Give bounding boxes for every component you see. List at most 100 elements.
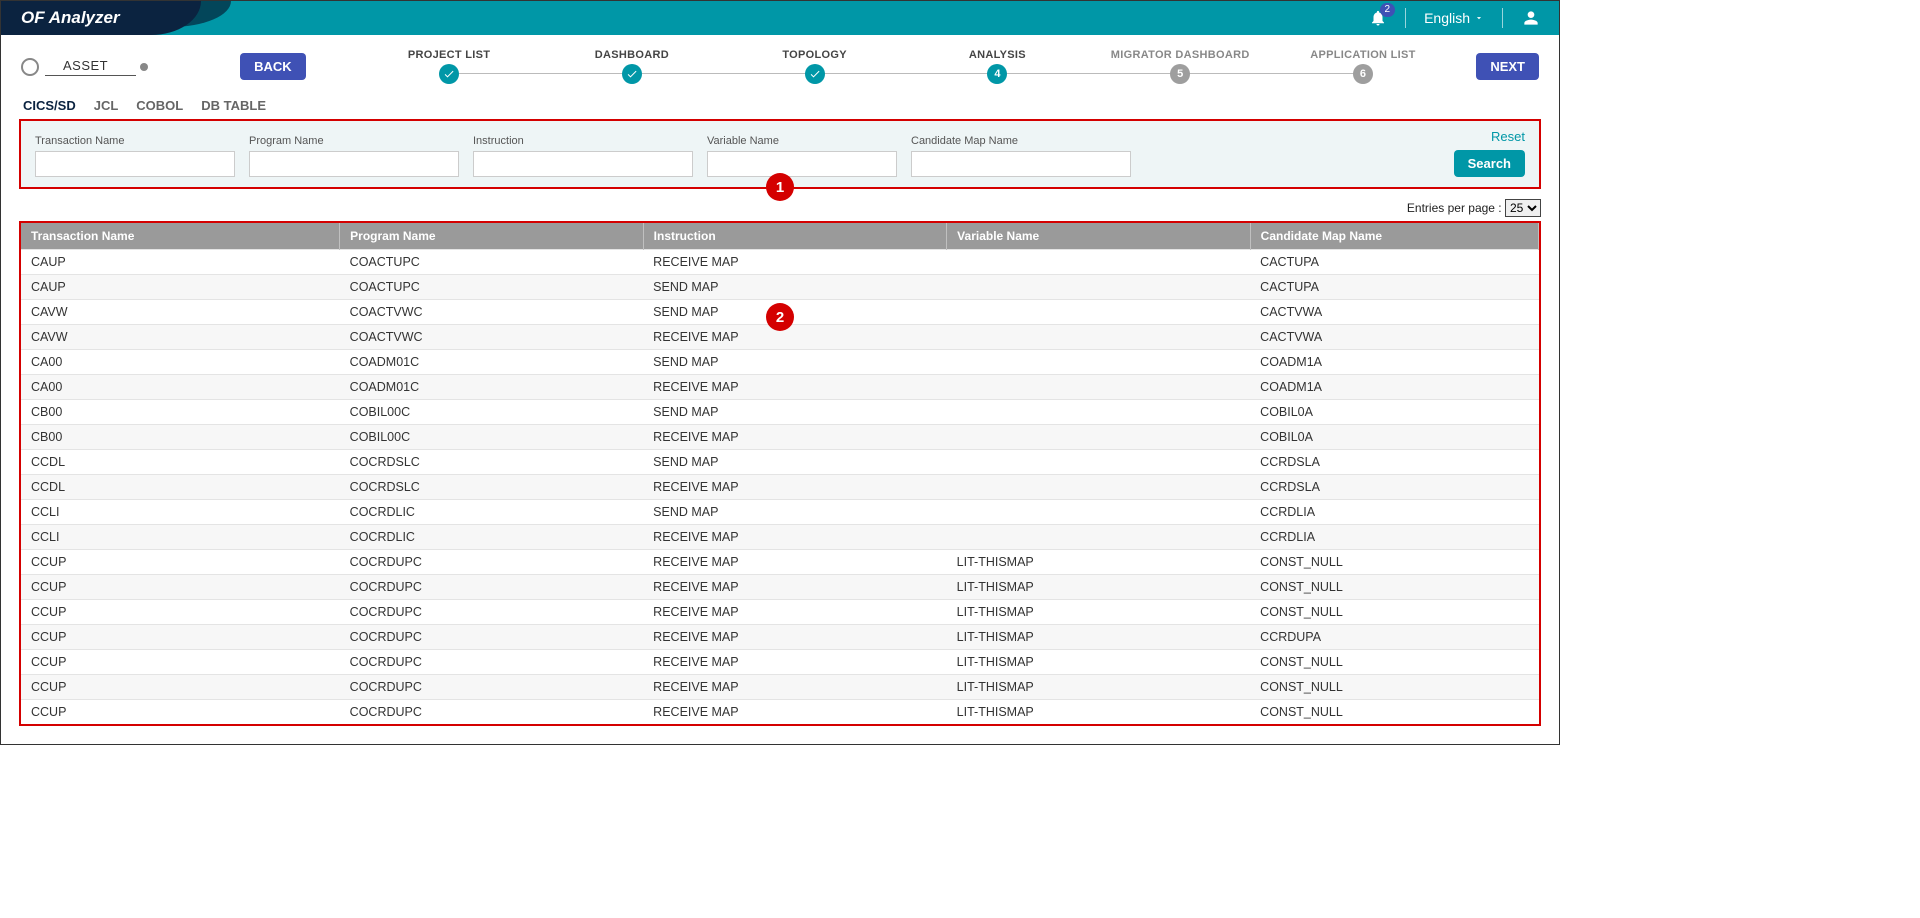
cell-cm: CONST_NULL [1250,600,1538,625]
table-row[interactable]: CCUPCOCRDUPCRECEIVE MAPLIT-THISMAPCONST_… [21,700,1539,725]
dot-icon [140,63,148,71]
cell-pn: COCRDUPC [340,625,644,650]
entries-per-page-select[interactable]: 25 [1505,199,1541,217]
check-icon [622,64,642,84]
step-label: PROJECT LIST [408,49,490,61]
col-header-map[interactable]: Candidate Map Name [1250,223,1538,250]
cell-vn [947,475,1251,500]
cell-tn: CCUP [21,675,340,700]
step-label: MIGRATOR DASHBOARD [1111,49,1250,61]
cell-in: RECEIVE MAP [643,525,947,550]
cell-in: RECEIVE MAP [643,600,947,625]
candidate-map-name-input[interactable] [911,151,1131,177]
cell-in: SEND MAP [643,400,947,425]
table-row[interactable]: CA00COADM01CRECEIVE MAPCOADM1A [21,375,1539,400]
notifications-button[interactable]: 2 [1369,9,1387,27]
divider [1502,8,1503,28]
table-row[interactable]: CCUPCOCRDUPCRECEIVE MAPLIT-THISMAPCONST_… [21,600,1539,625]
cell-in: RECEIVE MAP [643,475,947,500]
cell-pn: COCRDLIC [340,500,644,525]
variable-name-input[interactable] [707,151,897,177]
step-dashboard[interactable]: DASHBOARD [540,49,723,84]
step-analysis[interactable]: ANALYSIS4 [906,49,1089,84]
table-row[interactable]: CCUPCOCRDUPCRECEIVE MAPLIT-THISMAPCCRDUP… [21,625,1539,650]
table-row[interactable]: CB00COBIL00CSEND MAPCOBIL0A [21,400,1539,425]
back-button[interactable]: BACK [240,53,306,80]
language-selector[interactable]: English [1424,10,1484,26]
cell-tn: CCUP [21,625,340,650]
table-row[interactable]: CCDLCOCRDSLCRECEIVE MAPCCRDSLA [21,475,1539,500]
cell-cm: CACTVWA [1250,325,1538,350]
instruction-input[interactable] [473,151,693,177]
reset-link[interactable]: Reset [1491,129,1525,144]
next-button[interactable]: NEXT [1476,53,1539,80]
user-menu[interactable] [1521,8,1541,28]
col-header-transaction[interactable]: Transaction Name [21,223,340,250]
cell-cm: CONST_NULL [1250,550,1538,575]
table-row[interactable]: CCLICOCRDLICRECEIVE MAPCCRDLIA [21,525,1539,550]
table-row[interactable]: CCUPCOCRDUPCRECEIVE MAPLIT-THISMAPCONST_… [21,575,1539,600]
check-icon [805,64,825,84]
chevron-down-icon [1474,13,1484,23]
cell-pn: COBIL00C [340,400,644,425]
table-row[interactable]: CCUPCOCRDUPCRECEIVE MAPLIT-THISMAPCONST_… [21,650,1539,675]
table-row[interactable]: CAUPCOACTUPCRECEIVE MAPCACTUPA [21,250,1539,275]
filter-label-instruction: Instruction [473,135,693,147]
asset-radio[interactable] [21,58,39,76]
search-button[interactable]: Search [1454,150,1525,177]
step-number: 6 [1353,64,1373,84]
cell-tn: CCUP [21,600,340,625]
cell-vn: LIT-THISMAP [947,700,1251,725]
cell-tn: CCUP [21,550,340,575]
cell-vn: LIT-THISMAP [947,650,1251,675]
cell-cm: CCRDSLA [1250,475,1538,500]
annotation-1: 1 [766,173,794,201]
table-row[interactable]: CAUPCOACTUPCSEND MAPCACTUPA [21,275,1539,300]
cell-cm: COADM1A [1250,375,1538,400]
table-row[interactable]: CB00COBIL00CRECEIVE MAPCOBIL0A [21,425,1539,450]
tab-cics-sd[interactable]: CICS/SD [23,98,76,113]
table-row[interactable]: CA00COADM01CSEND MAPCOADM1A [21,350,1539,375]
annotation-2: 2 [766,303,794,331]
cell-vn: LIT-THISMAP [947,675,1251,700]
filter-panel: Transaction Name Program Name Instructio… [19,119,1541,189]
step-topology[interactable]: TOPOLOGY [723,49,906,84]
tab-db-table[interactable]: DB TABLE [201,98,266,113]
cell-in: RECEIVE MAP [643,700,947,725]
cell-vn [947,500,1251,525]
step-migrator-dashboard[interactable]: MIGRATOR DASHBOARD 5 [1089,49,1272,84]
col-header-instruction[interactable]: Instruction [643,223,947,250]
col-header-program[interactable]: Program Name [340,223,644,250]
tab-jcl[interactable]: JCL [94,98,119,113]
top-bar: OF Analyzer 2 English [1,1,1559,35]
cell-vn [947,350,1251,375]
cell-in: SEND MAP [643,500,947,525]
step-application-list[interactable]: APPLICATION LIST6 [1272,49,1455,84]
cell-in: RECEIVE MAP [643,375,947,400]
col-header-variable[interactable]: Variable Name [947,223,1251,250]
results-table: Transaction Name Program Name Instructio… [21,223,1539,724]
cell-pn: COCRDUPC [340,650,644,675]
step-label: ANALYSIS [969,49,1026,61]
table-row[interactable]: CCDLCOCRDSLCSEND MAPCCRDSLA [21,450,1539,475]
table-row[interactable]: CCUPCOCRDUPCRECEIVE MAPLIT-THISMAPCONST_… [21,675,1539,700]
cell-vn [947,250,1251,275]
cell-pn: COACTUPC [340,250,644,275]
cell-tn: CCUP [21,700,340,725]
notification-count: 2 [1380,3,1396,17]
cell-tn: CCUP [21,575,340,600]
step-number: 5 [1170,64,1190,84]
cell-vn: LIT-THISMAP [947,575,1251,600]
cell-in: SEND MAP [643,300,947,325]
cell-pn: COBIL00C [340,425,644,450]
cell-vn: LIT-THISMAP [947,625,1251,650]
cell-cm: COADM1A [1250,350,1538,375]
program-name-input[interactable] [249,151,459,177]
step-project-list[interactable]: PROJECT LIST [358,49,541,84]
table-row[interactable]: CCLICOCRDLICSEND MAPCCRDLIA [21,500,1539,525]
cell-cm: CONST_NULL [1250,675,1538,700]
transaction-name-input[interactable] [35,151,235,177]
table-row[interactable]: CCUPCOCRDUPCRECEIVE MAPLIT-THISMAPCONST_… [21,550,1539,575]
tab-cobol[interactable]: COBOL [136,98,183,113]
cell-in: RECEIVE MAP [643,325,947,350]
